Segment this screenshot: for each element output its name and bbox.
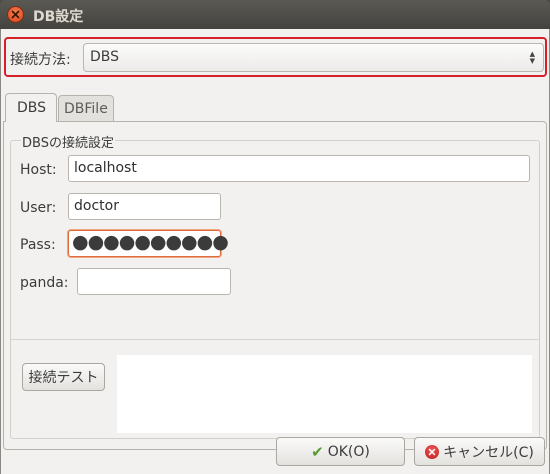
ok-button[interactable]: ✔ OK(O) xyxy=(276,437,405,466)
tab-dbfile[interactable]: DBFile xyxy=(58,95,114,122)
user-label: User: xyxy=(20,200,57,216)
cancel-icon xyxy=(425,444,440,459)
dialog-body: 接続方法: DBS ▲ ▼ DBFile DBS DBSの接続設定 Host: l… xyxy=(0,29,550,474)
host-input[interactable]: localhost xyxy=(68,155,530,182)
test-result-area xyxy=(117,355,532,433)
ok-label: OK(O) xyxy=(327,443,370,460)
title-bar: DB設定 xyxy=(0,0,550,29)
close-icon[interactable] xyxy=(7,6,24,23)
cancel-button[interactable]: キャンセル(C) xyxy=(414,437,545,466)
connection-test-button[interactable]: 接続テスト xyxy=(22,363,105,391)
host-value: localhost xyxy=(74,160,137,176)
connection-method-row: 接続方法: DBS ▲ ▼ xyxy=(4,37,547,77)
cancel-label: キャンセル(C) xyxy=(443,444,534,461)
tab-panel-dbs: DBSの接続設定 Host: localhost User: doctor Pa… xyxy=(3,121,547,450)
window-title: DB設定 xyxy=(33,9,84,25)
tab-dbfile-label: DBFile xyxy=(64,101,108,117)
connection-method-value: DBS xyxy=(90,49,120,65)
connection-method-select[interactable]: DBS ▲ ▼ xyxy=(83,43,544,72)
pass-input[interactable]: ●●●●●●●●●● xyxy=(68,230,229,257)
check-icon: ✔ xyxy=(311,442,324,461)
connection-method-label: 接続方法: xyxy=(10,52,71,68)
user-value: doctor xyxy=(74,198,119,214)
user-input[interactable]: doctor xyxy=(68,193,221,220)
up-down-arrows-icon: ▲ ▼ xyxy=(529,50,535,65)
tab-dbs[interactable]: DBS xyxy=(5,93,57,122)
pass-label: Pass: xyxy=(20,237,56,253)
panda-input[interactable] xyxy=(77,268,231,295)
separator xyxy=(11,339,540,340)
connection-test-label: 接続テスト xyxy=(28,370,99,386)
group-title: DBSの接続設定 xyxy=(21,132,115,151)
tab-dbs-label: DBS xyxy=(17,100,47,116)
host-label: Host: xyxy=(20,162,57,178)
panda-label: panda: xyxy=(20,275,69,291)
pass-value: ●●●●●●●●●● xyxy=(72,231,229,253)
